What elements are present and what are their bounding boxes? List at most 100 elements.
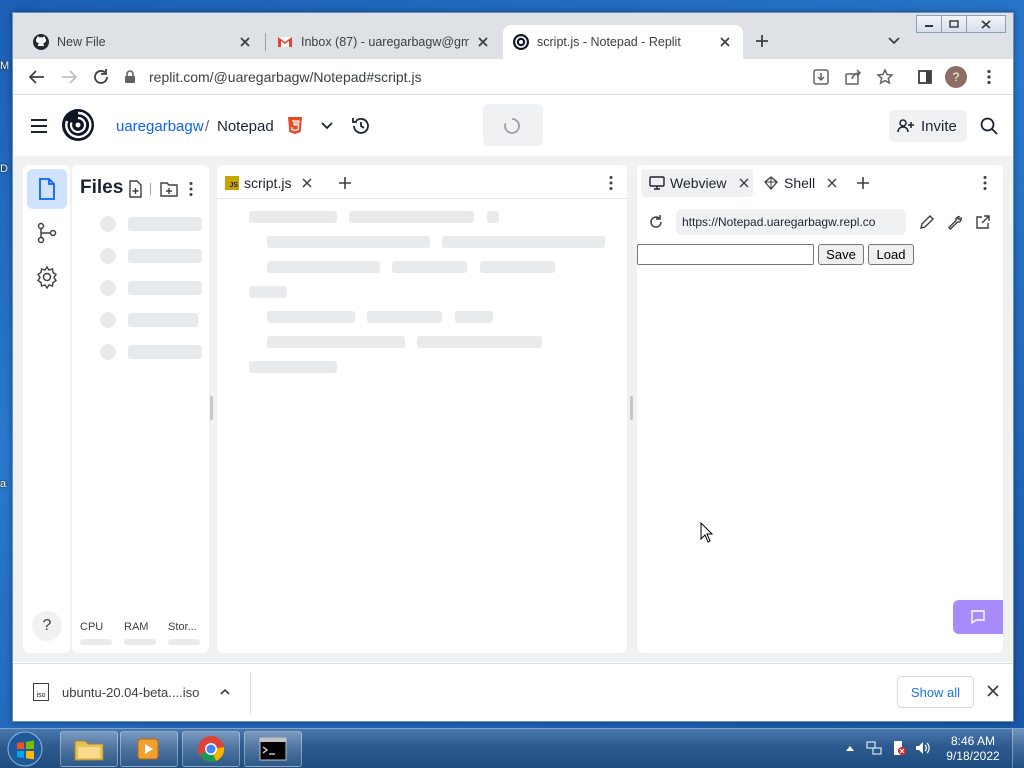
address-bar[interactable]: replit.com/@uaregarbagw/Notepad#script.j… — [123, 63, 923, 91]
webview-panel: Webview Shell https://Notepad.uaregarbag… — [637, 165, 1003, 653]
add-tab-icon[interactable] — [855, 175, 871, 191]
loading-placeholder — [100, 344, 116, 360]
version-control-icon[interactable] — [35, 221, 59, 245]
download-item[interactable]: iso ubuntu-20.04-beta....iso — [33, 676, 245, 708]
pane-menu-icon[interactable] — [979, 175, 991, 191]
close-window-button[interactable] — [966, 15, 1006, 33]
tab-inbox[interactable]: Inbox (87) - uaregarbagw@gmail — [267, 25, 501, 59]
load-button[interactable]: Load — [868, 244, 914, 265]
show-hidden-icons-icon[interactable] — [845, 744, 855, 752]
loading-placeholder — [249, 361, 337, 373]
profile-button[interactable]: ? — [944, 65, 968, 89]
files-tool-button[interactable] — [27, 169, 67, 209]
taskbar-explorer[interactable] — [60, 731, 118, 767]
run-button[interactable] — [483, 104, 543, 146]
show-desktop-button[interactable] — [1012, 729, 1024, 768]
browser-menu-button[interactable] — [977, 65, 1001, 89]
monitor-icon — [649, 176, 665, 190]
editor-menu-icon[interactable] — [605, 175, 617, 191]
browser-toolbar: replit.com/@uaregarbagw/Notepad#script.j… — [13, 59, 1013, 95]
forward-arrow-icon — [62, 70, 78, 84]
shell-icon — [764, 176, 778, 190]
iso-file-icon: iso — [33, 683, 49, 701]
new-file-icon[interactable] — [128, 180, 144, 198]
new-tab-icon[interactable] — [754, 33, 770, 49]
editor-tab-script-js[interactable]: JS script.js — [225, 171, 313, 195]
tab-webview[interactable]: Webview — [641, 169, 753, 197]
share-icon — [845, 69, 862, 85]
close-tab-icon[interactable] — [739, 178, 749, 188]
forward-button[interactable] — [57, 65, 81, 89]
taskbar-media-player[interactable] — [120, 731, 178, 767]
loading-placeholder — [128, 281, 202, 295]
replit-header: uaregarbagw / Notepad Invite — [13, 96, 1013, 156]
notepad-text-input[interactable] — [637, 244, 814, 265]
resize-handle[interactable] — [630, 396, 633, 420]
search-icon[interactable] — [979, 116, 999, 136]
save-button[interactable]: Save — [818, 244, 864, 265]
system-clock[interactable]: 8:46 AM 9/18/2022 — [940, 734, 1006, 764]
refresh-icon[interactable] — [648, 214, 664, 230]
repl-name[interactable]: Notepad — [217, 118, 274, 135]
settings-gear-icon[interactable] — [35, 265, 59, 289]
help-button[interactable]: ? — [32, 611, 62, 641]
network-icon[interactable] — [866, 740, 882, 756]
side-panel-button[interactable] — [913, 65, 937, 89]
hamburger-menu-icon[interactable] — [29, 116, 49, 136]
replit-logo-icon[interactable] — [61, 108, 95, 142]
action-center-icon[interactable] — [891, 740, 907, 756]
minimize-button[interactable] — [916, 15, 942, 33]
loading-placeholder — [487, 211, 499, 223]
webview-tab-label: Webview — [670, 175, 727, 191]
resize-handle[interactable] — [210, 396, 213, 420]
loading-placeholder — [128, 217, 202, 231]
chevron-up-icon[interactable] — [219, 686, 231, 698]
new-folder-icon[interactable] — [160, 181, 178, 197]
user-link[interactable]: uaregarbagw — [116, 118, 204, 135]
show-all-button[interactable]: Show all — [897, 676, 974, 708]
start-button[interactable] — [4, 730, 46, 768]
loading-placeholder — [100, 248, 116, 264]
files-menu-icon[interactable] — [184, 181, 198, 197]
loading-placeholder — [267, 261, 380, 273]
history-icon[interactable] — [351, 116, 371, 136]
tab-search-chevron-icon[interactable] — [887, 34, 901, 48]
install-icon — [813, 69, 829, 85]
add-user-icon — [897, 119, 914, 133]
close-tab-icon[interactable] — [717, 34, 733, 50]
close-tab-icon[interactable] — [475, 34, 491, 50]
lock-icon[interactable] — [123, 70, 137, 84]
loading-placeholder — [267, 336, 405, 348]
bookmark-button[interactable] — [873, 65, 897, 89]
chevron-down-icon[interactable] — [320, 119, 334, 133]
back-button[interactable] — [25, 65, 49, 89]
reload-button[interactable] — [89, 65, 113, 89]
webview-url-field[interactable]: https://Notepad.uaregarbagw.repl.co — [676, 209, 906, 235]
tab-new-file[interactable]: New File — [23, 25, 263, 59]
taskbar-terminal[interactable] — [244, 731, 302, 767]
install-app-button[interactable] — [809, 65, 833, 89]
taskbar-chrome[interactable] — [182, 731, 240, 767]
tab-shell[interactable]: Shell — [763, 169, 837, 197]
share-button[interactable] — [841, 65, 865, 89]
github-icon — [33, 34, 49, 50]
invite-button[interactable]: Invite — [889, 110, 967, 142]
chat-bubble-icon — [971, 610, 985, 624]
devtools-wrench-icon[interactable] — [947, 214, 963, 230]
close-tab-icon[interactable] — [237, 34, 253, 50]
files-title: Files — [80, 177, 124, 198]
close-tab-icon[interactable] — [827, 178, 837, 188]
edit-pencil-icon[interactable] — [919, 214, 935, 230]
storage-meter — [168, 639, 200, 645]
open-new-tab-icon[interactable] — [975, 214, 991, 230]
volume-icon[interactable] — [914, 740, 930, 756]
tab-script-js[interactable]: script.js - Notepad - Replit — [503, 25, 743, 59]
close-download-bar-icon[interactable] — [986, 684, 1000, 698]
feedback-chat-button[interactable] — [953, 600, 1003, 634]
replit-workspace: uaregarbagw / Notepad Invite ? Files CPU… — [13, 96, 1013, 662]
loading-placeholder — [249, 211, 337, 223]
maximize-button[interactable] — [941, 15, 967, 33]
close-tab-icon[interactable] — [301, 177, 313, 189]
add-tab-icon[interactable] — [337, 175, 353, 191]
download-bar: iso ubuntu-20.04-beta....iso Show all — [13, 663, 1013, 721]
